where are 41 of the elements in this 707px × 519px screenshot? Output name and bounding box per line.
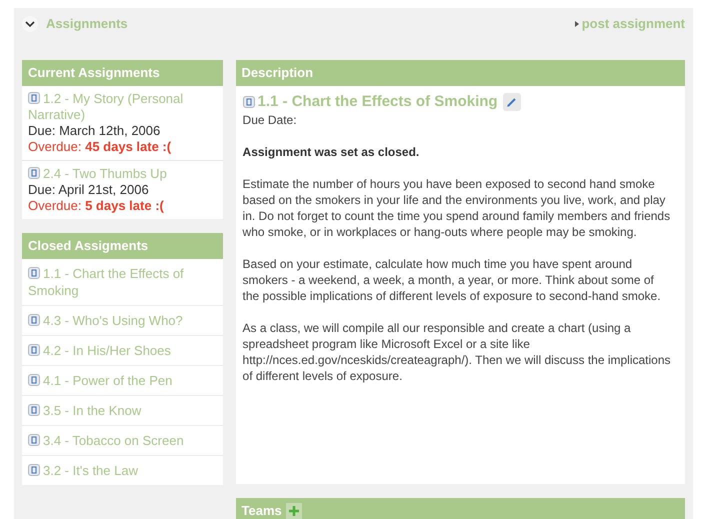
panel-header: Current Assignments <box>22 60 223 86</box>
document-icon <box>28 464 40 476</box>
document-icon <box>28 314 40 326</box>
assignment-link[interactable]: 4.1 - Power of the Pen <box>28 372 217 389</box>
plus-icon <box>288 505 300 517</box>
due-date: Due: March 12th, 2006 <box>28 123 162 139</box>
edit-button[interactable] <box>502 93 521 111</box>
description-paragraph: Based on your estimate, calculate how much time you have spent around smokers - a weekend, a week, a month, a year, or more. Think about some of the possible implications of different levels of exposure to second-hand smoke. <box>242 256 662 304</box>
assignment-link[interactable]: 3.2 - It's the Law <box>28 462 217 479</box>
document-icon <box>28 374 40 386</box>
document-icon <box>28 167 40 179</box>
assignment-link[interactable]: 3.4 - Tobacco on Screen <box>28 432 217 449</box>
document-icon <box>28 404 40 416</box>
panel-title: Teams <box>242 502 282 519</box>
status-text: Assignment was set as closed. <box>242 144 420 160</box>
overdue-text: Overdue: 45 days late :( <box>28 139 172 155</box>
due-date: Due: April 21st, 2006 <box>28 182 150 198</box>
chevron-down-icon <box>25 20 35 28</box>
assignment-link[interactable]: 2.4 - Two Thumbs Up <box>28 166 217 182</box>
assignment-link[interactable]: 4.2 - In His/Her Shoes <box>28 342 217 359</box>
assignment-link[interactable]: 4.3 - Who's Using Who? <box>28 312 217 329</box>
assignment-link[interactable]: 3.5 - In the Know <box>28 402 217 419</box>
assignment-link[interactable]: 1.1 - Chart the Effects of Smoking <box>28 265 217 299</box>
assignment-link[interactable]: 1.2 - My Story (Personal Narrative) <box>28 91 217 123</box>
section-title: Assignments <box>46 15 128 34</box>
document-icon <box>28 344 40 356</box>
document-icon <box>28 267 40 279</box>
description-paragraph: Estimate the number of hours you have been exposed to second hand smoke based on the smokers in your life and the environments you live, work, and play in. Do not forget to count the time you spend around family members and friends who smoke, or in workplaces or hang-outs where people may be smoking. <box>242 176 671 240</box>
collapse-toggle[interactable] <box>22 16 38 32</box>
overdue-text: Overdue: 5 days late :( <box>28 198 165 214</box>
panel-header: Description <box>236 60 685 86</box>
pencil-icon <box>506 96 518 108</box>
document-icon <box>28 92 40 104</box>
assignment-title: 1.1 - Chart the Effects of Smoking <box>258 92 498 112</box>
due-date: Due Date: <box>242 112 298 128</box>
description-paragraph: As a class, we will compile all our responsible and create a chart (using a spreadsheet program like Microsoft Excel or a site like http://nces.ed.gov/nceskids/createagraph/). Then we will discuss the implications of different levels of exposure. <box>242 320 671 384</box>
document-icon <box>28 434 40 446</box>
document-icon <box>242 96 255 108</box>
bullet-arrow-icon <box>574 21 579 27</box>
panel-header: Closed Assigments <box>22 233 223 259</box>
post-assignment-link[interactable]: post assignment <box>574 14 685 34</box>
